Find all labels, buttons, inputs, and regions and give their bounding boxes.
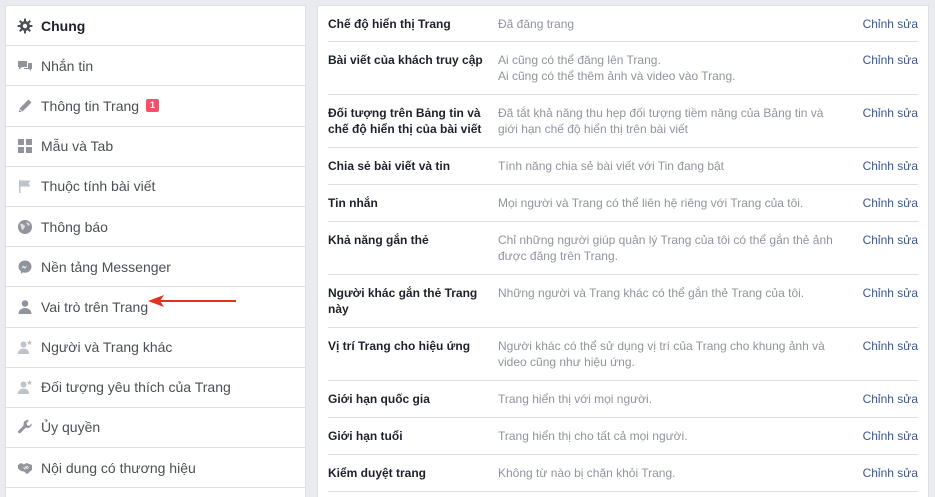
gear-icon [17, 18, 33, 34]
setting-value-line: Đã tắt khả năng thu hẹp đối tượng tiềm n… [498, 106, 824, 120]
person-star-icon [17, 379, 33, 395]
sidebar-item-11[interactable]: Nội dung có thương hiệu [6, 448, 305, 489]
pencil-icon [17, 98, 33, 114]
settings-panel: Chế độ hiển thị Trang Đã đăng trang Chỉnh … [317, 5, 929, 497]
sidebar-item-0[interactable]: Chung [6, 6, 305, 47]
sidebar-item-7[interactable]: Vai trò trên Trang [6, 287, 305, 328]
setting-value-line: Những người và Trang khác có thể gắn thẻ… [498, 286, 805, 300]
sidebar-item-label: Nội dung có thương hiệu [41, 459, 196, 476]
setting-value: Trang hiển thị cho tất cả mọi người. [498, 428, 838, 444]
setting-value-line: Đã đăng trang [498, 17, 575, 31]
sidebar-item-label: Thuộc tính bài viết [41, 178, 156, 195]
setting-value-line: Người khác có thể sử dụng vị trí của Tra… [498, 339, 825, 353]
setting-value: Đã tắt khả năng thu hẹp đối tượng tiềm n… [498, 105, 838, 137]
setting-value: Trang hiển thị với mọi người. [498, 391, 838, 407]
sidebar-item-9[interactable]: Đối tượng yêu thích của Trang [6, 368, 305, 408]
setting-value: Không từ nào bị chặn khỏi Trang. [498, 465, 838, 481]
settings-row: Đối tượng trên Bảng tin và chế độ hiển t… [328, 95, 918, 148]
sidebar-item-8[interactable]: Người và Trang khác [6, 328, 305, 368]
edit-link[interactable]: Chỉnh sửa [863, 285, 918, 301]
setting-label: Bài viết của khách truy cập [328, 53, 483, 67]
wrench-icon [17, 419, 33, 435]
edit-link[interactable]: Chỉnh sửa [863, 195, 918, 211]
setting-value-line: Mọi người và Trang có thể liên hệ riêng … [498, 196, 804, 210]
sidebar-item-4[interactable]: Thuộc tính bài viết [6, 167, 305, 207]
setting-label: Chế độ hiển thị Trang [328, 17, 451, 31]
setting-value-line: video cũng như hiệu ứng. [498, 355, 635, 369]
setting-label: Kiểm duyệt trang [328, 466, 427, 480]
settings-row: Kiểm duyệt trang Không từ nào bị chặn khỏ… [328, 455, 918, 492]
person-star-icon [17, 339, 33, 355]
setting-value: Tính năng chia sẻ bài viết với Tin đang … [498, 158, 838, 174]
sidebar-item-label: Người và Trang khác [41, 339, 173, 356]
edit-link[interactable]: Chỉnh sửa [863, 465, 918, 481]
setting-value-line: được đăng trên Trang. [498, 249, 618, 263]
sidebar-item-label: Mẫu và Tab [41, 138, 114, 155]
settings-row: Vị trí Trang cho hiệu ứng Người khác có t… [328, 328, 918, 381]
settings-row: Giới hạn quốc gia Trang hiển thị với mọi … [328, 381, 918, 418]
person-icon [17, 299, 33, 315]
edit-link[interactable]: Chỉnh sửa [863, 105, 918, 121]
setting-value-line: Tính năng chia sẻ bài viết với Tin đang … [498, 159, 725, 173]
handshake-icon [17, 460, 33, 476]
setting-label: Khả năng gắn thẻ [328, 233, 429, 247]
setting-label: Đối tượng trên Bảng tin và chế độ hiển t… [328, 106, 482, 136]
sidebar-item-2[interactable]: Thông tin Trang 1 [6, 86, 305, 127]
chat-bubbles-icon [17, 58, 33, 74]
edit-link[interactable]: Chỉnh sửa [863, 338, 918, 354]
edit-link[interactable]: Chỉnh sửa [863, 391, 918, 407]
setting-value-line: Trang hiển thị với mọi người. [498, 392, 653, 406]
sidebar-item-label: Nền tảng Messenger [41, 258, 171, 275]
setting-value-line: giới hạn chế độ hiển thị trên bài viết [498, 122, 688, 136]
sidebar-item-3[interactable]: Mẫu và Tab [6, 127, 305, 167]
sidebar-item-6[interactable]: Nền tảng Messenger [6, 247, 305, 288]
settings-row: Tin nhắn Mọi người và Trang có thể liên h… [328, 185, 918, 222]
setting-value-line: Ai cũng có thể đăng lên Trang. [498, 53, 661, 67]
settings-row: Chế độ hiển thị Trang Đã đăng trang Chỉnh … [328, 6, 918, 42]
setting-value: Ai cũng có thể đăng lên Trang. Ai cũng có… [498, 52, 838, 84]
setting-value-line: Chỉ những người giúp quản lý Trang của t… [498, 233, 833, 247]
setting-value: Chỉ những người giúp quản lý Trang của t… [498, 232, 838, 264]
setting-value: Người khác có thể sử dụng vị trí của Tra… [498, 338, 838, 370]
flag-icon [17, 178, 33, 194]
setting-label: Vị trí Trang cho hiệu ứng [328, 339, 471, 353]
sidebar-item-10[interactable]: Ủy quyền [6, 408, 305, 449]
sidebar-item-1[interactable]: Nhắn tin [6, 46, 305, 87]
settings-sidebar: Chung Nhắn tin Thông tin Trang 1 Mẫu và Tab T… [5, 5, 306, 497]
edit-link[interactable]: Chỉnh sửa [863, 16, 918, 32]
notification-badge: 1 [146, 99, 160, 113]
setting-value: Đã đăng trang [498, 16, 838, 32]
settings-row: Người khác gắn thẻ Trang này Những người … [328, 275, 918, 328]
pointer-arrow-icon [148, 295, 236, 308]
sidebar-item-label: Nhắn tin [41, 57, 94, 74]
setting-label: Giới hạn tuổi [328, 429, 403, 443]
setting-value: Những người và Trang khác có thể gắn thẻ… [498, 285, 838, 301]
setting-label: Tin nhắn [328, 196, 378, 210]
setting-value: Mọi người và Trang có thể liên hệ riêng … [498, 195, 838, 211]
sidebar-item-label: Chung [41, 17, 86, 34]
settings-row: Chia sẻ bài viết và tin Tính năng chia sẻ… [328, 148, 918, 185]
edit-link[interactable]: Chỉnh sửa [863, 428, 918, 444]
setting-value-line: Không từ nào bị chặn khỏi Trang. [498, 466, 676, 480]
edit-link[interactable]: Chỉnh sửa [863, 158, 918, 174]
sidebar-item-label: Vai trò trên Trang [41, 298, 149, 315]
edit-link[interactable]: Chỉnh sửa [863, 52, 918, 68]
sidebar-item-label: Thông tin Trang [41, 97, 140, 114]
globe-icon [17, 219, 33, 235]
setting-value-line: Trang hiển thị cho tất cả mọi người. [498, 429, 688, 443]
edit-link[interactable]: Chỉnh sửa [863, 232, 918, 248]
sidebar-item-label: Đối tượng yêu thích của Trang [41, 379, 231, 396]
settings-row: Giới hạn tuổi Trang hiển thị cho tất cả m… [328, 418, 918, 455]
settings-row: Bài viết của khách truy cập Ai cũng có th… [328, 42, 918, 95]
messenger-icon [17, 259, 33, 275]
sidebar-item-label: Thông báo [41, 218, 108, 235]
setting-label: Giới hạn quốc gia [328, 392, 430, 406]
grid-icon [17, 138, 33, 154]
sidebar-item-label: Ủy quyền [41, 419, 101, 436]
setting-value-line: Ai cũng có thể thêm ảnh và video vào Tra… [498, 69, 736, 83]
setting-label: Chia sẻ bài viết và tin [328, 159, 451, 173]
sidebar-item-5[interactable]: Thông báo [6, 207, 305, 248]
setting-label: Người khác gắn thẻ Trang này [328, 286, 478, 316]
settings-row: Khả năng gắn thẻ Chỉ những người giúp quả… [328, 222, 918, 275]
